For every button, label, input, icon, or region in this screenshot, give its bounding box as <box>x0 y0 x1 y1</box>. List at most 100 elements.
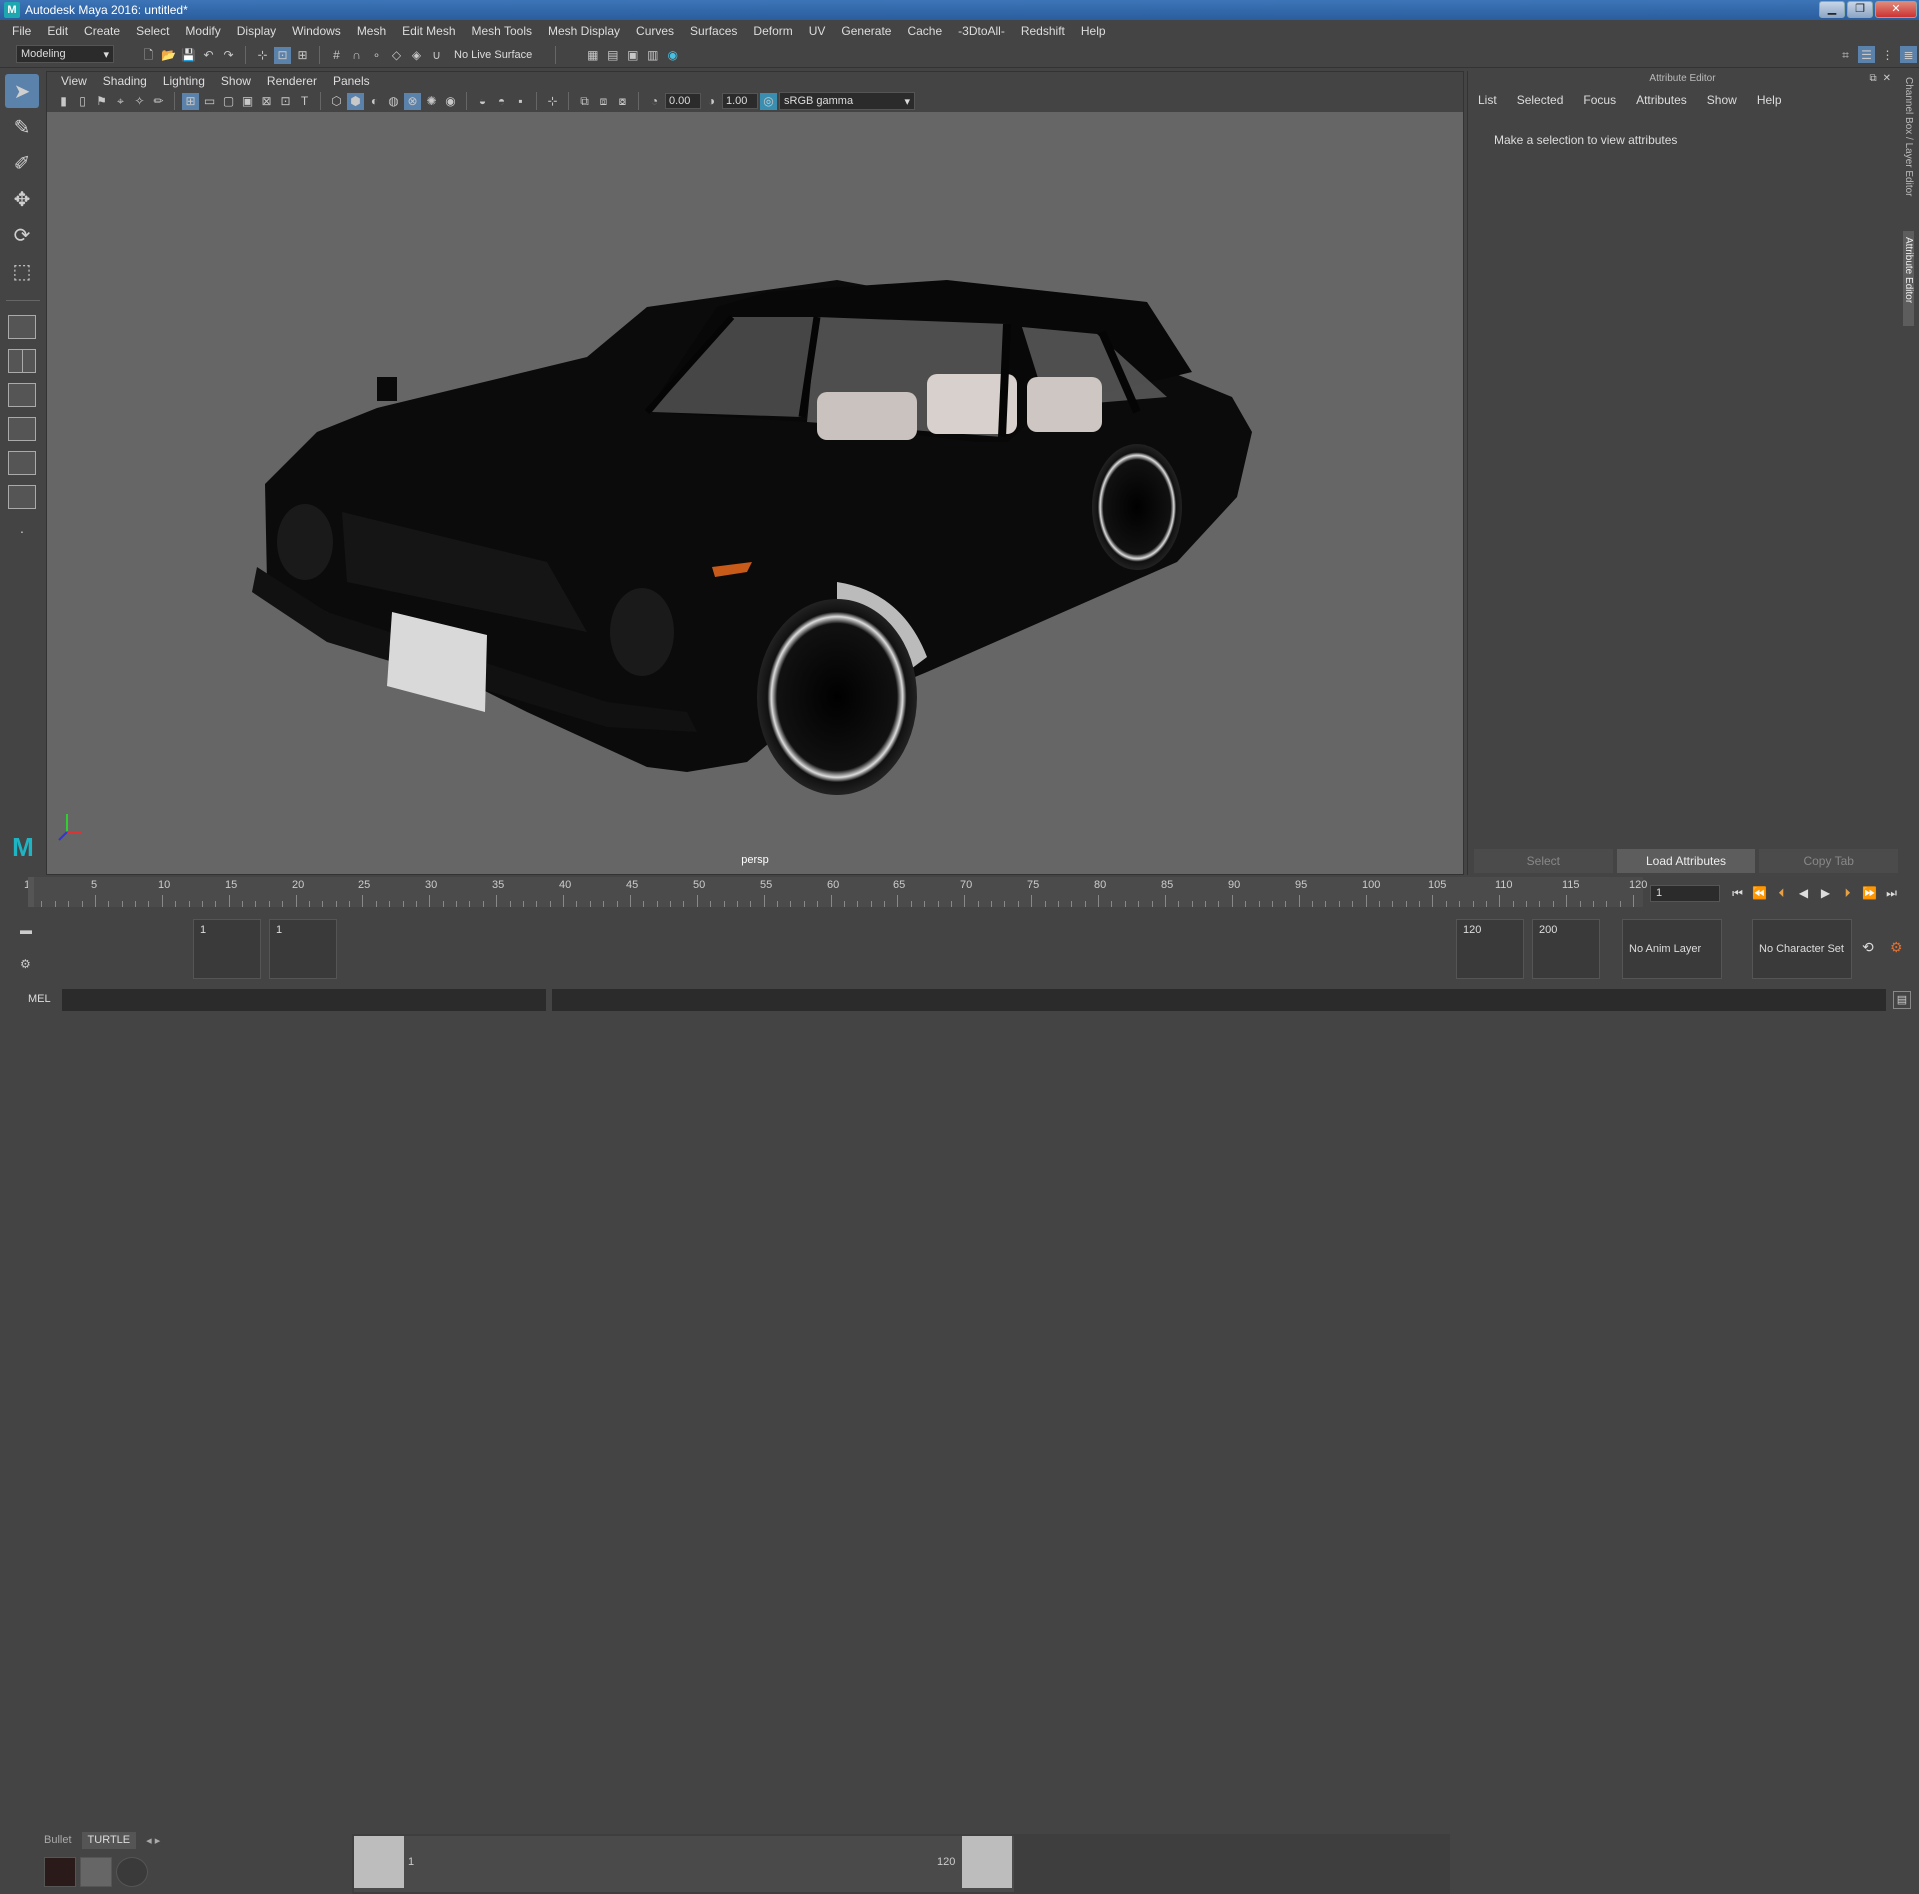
step-back-key-icon[interactable]: ⏴ <box>1772 883 1791 903</box>
snap-point-icon[interactable]: ∘ <box>368 47 385 64</box>
turtle-render-icon[interactable] <box>44 1857 76 1887</box>
time-slider-track[interactable]: 1510152025303540455055606570758085909510… <box>24 877 1647 907</box>
film-gate-icon[interactable]: ▭ <box>201 93 218 110</box>
redo-icon[interactable]: ↷ <box>220 47 237 64</box>
turtle-sphere-icon[interactable] <box>116 1857 148 1887</box>
viewport-menu-panels[interactable]: Panels <box>325 74 378 88</box>
save-scene-icon[interactable]: 💾 <box>180 47 197 64</box>
color-management-icon[interactable]: ◎ <box>760 92 777 110</box>
step-forward-key-icon[interactable]: ⏵ <box>1838 883 1857 903</box>
attr-menu-list[interactable]: List <box>1478 93 1497 107</box>
menu-generate[interactable]: Generate <box>833 24 899 38</box>
grid-icon[interactable]: ⊞ <box>182 92 199 110</box>
render-current-icon[interactable]: ▣ <box>624 47 641 64</box>
hypershade-icon[interactable]: ◉ <box>664 47 681 64</box>
range-start-handle[interactable] <box>354 1836 404 1888</box>
four-pane-layout-icon[interactable] <box>7 347 37 375</box>
menu-windows[interactable]: Windows <box>284 24 349 38</box>
wireframe-icon[interactable]: ⬡ <box>328 93 345 110</box>
anim-preferences-icon[interactable]: ⚙ <box>1890 939 1903 956</box>
auto-key-icon[interactable]: ⟲ <box>1862 939 1874 956</box>
attr-menu-attributes[interactable]: Attributes <box>1636 93 1687 107</box>
menu-mesh[interactable]: Mesh <box>349 24 394 38</box>
go-to-start-icon[interactable]: ⏮ <box>1728 883 1747 903</box>
gamma-field[interactable]: 1.00 <box>722 93 758 109</box>
current-time-indicator[interactable] <box>28 877 34 907</box>
persp-outliner-layout-icon[interactable] <box>7 449 37 477</box>
shelf-tab-bullet[interactable]: Bullet <box>38 1832 78 1849</box>
xray-icon[interactable]: ⧉ <box>576 93 593 110</box>
menu-3dtoall[interactable]: -3DtoAll- <box>950 24 1013 38</box>
restore-button[interactable]: ❐ <box>1847 1 1873 18</box>
attribute-editor-toggle-icon[interactable]: ☰ <box>1858 46 1875 63</box>
image-plane-icon[interactable]: ⌖ <box>112 93 129 110</box>
menu-create[interactable]: Create <box>76 24 128 38</box>
channel-box-icon[interactable]: ≣ <box>1900 46 1917 63</box>
new-scene-icon[interactable]: 🗋 <box>140 47 157 64</box>
command-input[interactable] <box>62 989 546 1011</box>
extra-layout-icon[interactable]: · <box>7 517 37 545</box>
play-forwards-icon[interactable]: ▶ <box>1816 883 1835 903</box>
script-editor-icon[interactable]: ▤ <box>1893 991 1911 1009</box>
gamma-icon[interactable]: ◑ <box>703 93 720 110</box>
viewport-menu-shading[interactable]: Shading <box>95 74 155 88</box>
render-view-icon[interactable]: ▤ <box>604 47 621 64</box>
start-time-field[interactable]: 1 <box>193 919 261 979</box>
persp-graph-layout-icon[interactable] <box>7 415 37 443</box>
depth-of-field-icon[interactable]: ▪ <box>512 93 529 110</box>
menu-mesh-display[interactable]: Mesh Display <box>540 24 628 38</box>
close-button[interactable]: ✕ <box>1875 1 1917 18</box>
multisample-icon[interactable]: ◓ <box>493 93 510 110</box>
playback-end-field[interactable]: 120 <box>1456 919 1524 979</box>
select-hierarchy-icon[interactable]: ⊹ <box>254 47 271 64</box>
viewport-menu-view[interactable]: View <box>53 74 95 88</box>
undo-icon[interactable]: ↶ <box>200 47 217 64</box>
go-to-end-icon[interactable]: ⏭ <box>1882 883 1901 903</box>
command-language-label[interactable]: MEL <box>28 993 51 1005</box>
gate-mask-icon[interactable]: ▣ <box>239 93 256 110</box>
tab-attribute-editor[interactable]: Attribute Editor <box>1903 231 1914 326</box>
two-d-pan-icon[interactable]: ✧ <box>131 93 148 110</box>
viewport-menu-show[interactable]: Show <box>213 74 259 88</box>
select-button[interactable]: Select <box>1474 849 1613 873</box>
two-pane-layout-icon[interactable] <box>7 381 37 409</box>
exposure-icon[interactable]: ◔ <box>646 93 663 110</box>
screen-space-ao-icon[interactable]: ◉ <box>442 93 459 110</box>
load-attributes-button[interactable]: Load Attributes <box>1616 849 1756 873</box>
tab-channel-box[interactable]: Channel Box / Layer Editor <box>1903 71 1914 221</box>
lasso-tool-icon[interactable]: ✎ <box>5 110 39 144</box>
menu-mesh-tools[interactable]: Mesh Tools <box>464 24 540 38</box>
isolate-select-icon[interactable]: ⊹ <box>544 93 561 110</box>
snap-view-plane-icon[interactable]: ◇ <box>388 47 405 64</box>
menu-deform[interactable]: Deform <box>745 24 800 38</box>
shelf-scroll-icon[interactable]: ◂ ▸ <box>140 1832 167 1849</box>
scale-tool-icon[interactable]: ⬚ <box>5 254 39 288</box>
safe-title-icon[interactable]: T <box>296 93 313 110</box>
xray-joints-icon[interactable]: ⧈ <box>595 93 612 110</box>
rotate-tool-icon[interactable]: ⟳ <box>5 218 39 252</box>
camera-icon[interactable]: ▮ <box>55 93 72 110</box>
bookmark-icon[interactable]: ⚑ <box>93 93 110 110</box>
perspective-viewport[interactable]: persp <box>47 112 1463 874</box>
xray-components-icon[interactable]: ⧇ <box>614 93 631 110</box>
wireframe-on-shaded-icon[interactable]: ◐ <box>366 93 383 110</box>
step-forward-icon[interactable]: ⏩ <box>1860 883 1879 903</box>
snap-grid-icon[interactable]: # <box>328 47 345 64</box>
use-all-lights-icon[interactable]: ⊗ <box>404 92 421 110</box>
select-object-icon[interactable]: ⊡ <box>274 46 291 64</box>
step-back-icon[interactable]: ⏪ <box>1750 883 1769 903</box>
end-time-field[interactable]: 200 <box>1532 919 1600 979</box>
attr-menu-selected[interactable]: Selected <box>1517 93 1564 107</box>
menu-cache[interactable]: Cache <box>899 24 950 38</box>
shelf-menu-icon[interactable]: ▬ <box>20 923 32 937</box>
menu-surfaces[interactable]: Surfaces <box>682 24 745 38</box>
resolution-gate-icon[interactable]: ▢ <box>220 93 237 110</box>
mode-dropdown[interactable]: Modeling ▾ <box>16 45 114 63</box>
single-pane-layout-icon[interactable] <box>7 313 37 341</box>
snap-live-icon[interactable]: ◈ <box>408 47 425 64</box>
camera-attrs-icon[interactable]: ▯ <box>74 93 91 110</box>
render-settings-icon[interactable]: ▦ <box>584 47 601 64</box>
open-scene-icon[interactable]: 📂 <box>160 47 177 64</box>
textured-icon[interactable]: ◍ <box>385 93 402 110</box>
close-panel-icon[interactable]: ✕ <box>1883 73 1891 84</box>
